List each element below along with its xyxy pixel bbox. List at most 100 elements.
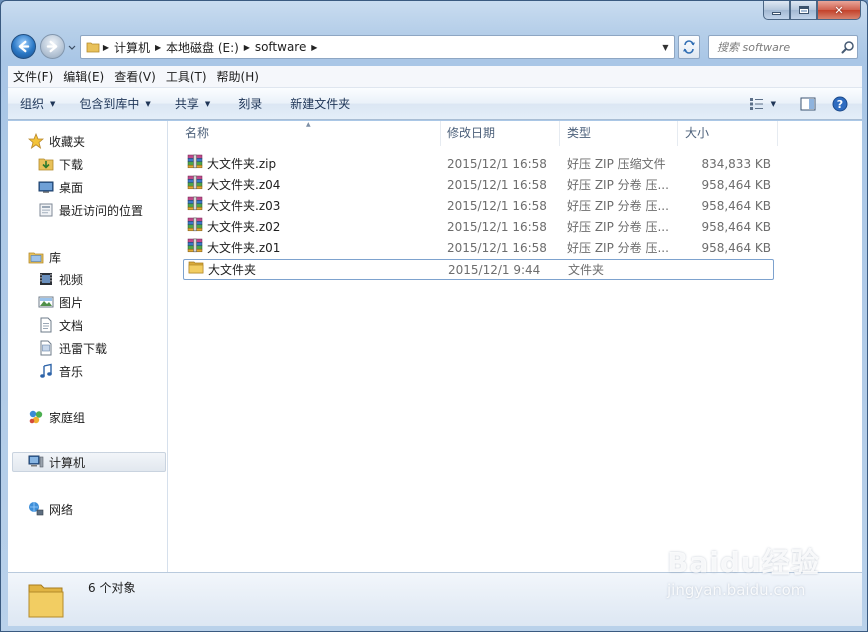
maximize-icon [798, 6, 809, 14]
file-list-pane: ▲ 名称 修改日期 类型 大小 大文件夹.zip 2015/12/1 16:58… [168, 121, 862, 572]
search-box[interactable] [708, 35, 858, 59]
address-history-chevron-down-icon[interactable]: ▼ [657, 36, 674, 58]
maximize-button[interactable] [790, 1, 817, 20]
picture-icon [38, 296, 54, 308]
menu-tools[interactable]: 工具(T) [161, 67, 212, 87]
file-type: 文件夹 [568, 263, 605, 277]
recent-pages-chevron-down-icon[interactable] [67, 42, 77, 52]
nav-libraries[interactable]: 库 [28, 247, 61, 267]
file-row[interactable]: 大文件夹.zip 2015/12/1 16:58 好压 ZIP 压缩文件 834… [183, 154, 774, 175]
breadcrumb-local-disk[interactable]: 本地磁盘 (E:) [164, 36, 241, 58]
file-name: 大文件夹.z02 [207, 220, 281, 234]
search-input[interactable] [717, 40, 841, 54]
preview-pane-icon [800, 97, 816, 111]
archive-icon [187, 196, 203, 211]
nav-network[interactable]: 网络 [28, 499, 73, 519]
nav-homegroup[interactable]: 家庭组 [28, 407, 85, 427]
nav-item-label: 桌面 [59, 180, 84, 195]
network-icon [29, 502, 44, 516]
menu-edit[interactable]: 编辑(E) [58, 67, 109, 87]
nav-item-pictures[interactable]: 图片 [38, 292, 83, 312]
file-name-cell: 大文件夹.z04 [187, 175, 437, 196]
organize-button[interactable]: 组织 ▼ [8, 92, 65, 116]
file-type: 好压 ZIP 分卷 压... [567, 178, 669, 192]
include-in-library-button[interactable]: 包含到库中 ▼ [65, 92, 160, 116]
file-date: 2015/12/1 16:58 [447, 178, 547, 192]
nav-favorites[interactable]: 收藏夹 [28, 131, 85, 151]
view-options-chevron-down-icon[interactable]: ▼ [771, 100, 776, 108]
file-type: 好压 ZIP 压缩文件 [567, 157, 666, 171]
change-view-button[interactable] [745, 92, 769, 116]
include-in-library-label: 包含到库中 [79, 97, 140, 111]
nav-computer[interactable]: 计算机 [12, 452, 166, 472]
file-row[interactable]: 大文件夹.z01 2015/12/1 16:58 好压 ZIP 分卷 压... … [183, 238, 774, 259]
folder-row[interactable]: 大文件夹 2015/12/1 9:44 文件夹 [183, 259, 774, 280]
nav-item-recent-places[interactable]: 最近访问的位置 [38, 200, 143, 220]
close-icon: ✕ [834, 3, 844, 17]
breadcrumb-separator-icon[interactable]: ▶ [152, 36, 164, 58]
column-header-name[interactable]: 名称 [178, 121, 441, 146]
file-size: 958,464 KB [701, 199, 771, 213]
share-button[interactable]: 共享 ▼ [161, 92, 220, 116]
chevron-down-icon: ▼ [204, 99, 211, 108]
menu-file[interactable]: 文件(F) [8, 67, 58, 87]
column-header-type[interactable]: 类型 [560, 121, 678, 146]
details-pane: 6 个对象 [8, 572, 862, 626]
star-icon [28, 133, 44, 149]
nav-item-label: 迅雷下载 [59, 341, 108, 356]
search-icon[interactable] [841, 40, 855, 54]
breadcrumb-software[interactable]: software [253, 36, 309, 58]
nav-item-xunlei-downloads[interactable]: 迅雷下载 [38, 338, 107, 358]
nav-item-downloads[interactable]: 下载 [38, 154, 83, 174]
navigation-pane: 收藏夹 下载 桌面 最近访问的位置 库 视频 图片 文档 迅雷下载 音乐 家庭组… [8, 121, 168, 572]
file-name-cell: 大文件夹 [188, 260, 438, 281]
column-header-date[interactable]: 修改日期 [440, 121, 560, 146]
menu-view[interactable]: 查看(V) [109, 67, 161, 87]
breadcrumb-separator-icon[interactable]: ▶ [308, 36, 320, 58]
refresh-button[interactable] [678, 35, 700, 59]
nav-item-label: 下载 [59, 157, 84, 172]
nav-item-videos[interactable]: 视频 [38, 269, 83, 289]
file-row[interactable]: 大文件夹.z02 2015/12/1 16:58 好压 ZIP 分卷 压... … [183, 217, 774, 238]
file-name-cell: 大文件夹.zip [187, 154, 437, 175]
address-bar[interactable]: ▶ 计算机 ▶ 本地磁盘 (E:) ▶ software ▶ ▼ [80, 35, 675, 59]
preview-pane-button[interactable] [796, 92, 820, 116]
archive-icon [187, 217, 203, 232]
file-name: 大文件夹.zip [207, 157, 277, 171]
file-name-cell: 大文件夹.z03 [187, 196, 437, 217]
file-size [684, 260, 772, 281]
help-button[interactable]: ? [828, 92, 852, 116]
breadcrumb-separator-icon[interactable]: ▶ [100, 36, 112, 58]
column-header-size[interactable]: 大小 [678, 121, 778, 146]
refresh-icon [683, 40, 695, 54]
burn-button[interactable]: 刻录 [220, 92, 272, 116]
details-view-icon [749, 98, 763, 110]
breadcrumb-separator-icon[interactable]: ▶ [241, 36, 253, 58]
nav-computer-label: 计算机 [49, 455, 86, 470]
archive-icon [187, 238, 203, 253]
nav-item-desktop[interactable]: 桌面 [38, 177, 83, 197]
breadcrumb-computer[interactable]: 计算机 [112, 36, 152, 58]
organize-label: 组织 [20, 97, 45, 111]
folder-icon [188, 261, 204, 274]
file-row[interactable]: 大文件夹.z03 2015/12/1 16:58 好压 ZIP 分卷 压... … [183, 196, 774, 217]
command-bar-right: ▼ ? [745, 92, 852, 116]
nav-item-documents[interactable]: 文档 [38, 315, 83, 335]
close-button[interactable]: ✕ [817, 1, 861, 20]
new-folder-button[interactable]: 新建文件夹 [272, 92, 360, 116]
homegroup-icon [29, 410, 43, 424]
forward-button[interactable] [40, 34, 65, 59]
item-count: 6 个对象 [88, 581, 136, 595]
back-button[interactable] [11, 34, 36, 59]
file-date: 2015/12/1 16:58 [447, 199, 547, 213]
video-icon [40, 273, 52, 285]
file-row[interactable]: 大文件夹.z04 2015/12/1 16:58 好压 ZIP 分卷 压... … [183, 175, 774, 196]
menu-help[interactable]: 帮助(H) [212, 67, 264, 87]
nav-item-music[interactable]: 音乐 [38, 361, 83, 381]
minimize-button[interactable] [763, 1, 790, 20]
file-date: 2015/12/1 16:58 [447, 157, 547, 171]
arrow-left-icon [18, 40, 30, 53]
column-header-row: ▲ 名称 修改日期 类型 大小 [168, 121, 862, 146]
file-name: 大文件夹 [208, 263, 257, 277]
file-type: 好压 ZIP 分卷 压... [567, 199, 669, 213]
